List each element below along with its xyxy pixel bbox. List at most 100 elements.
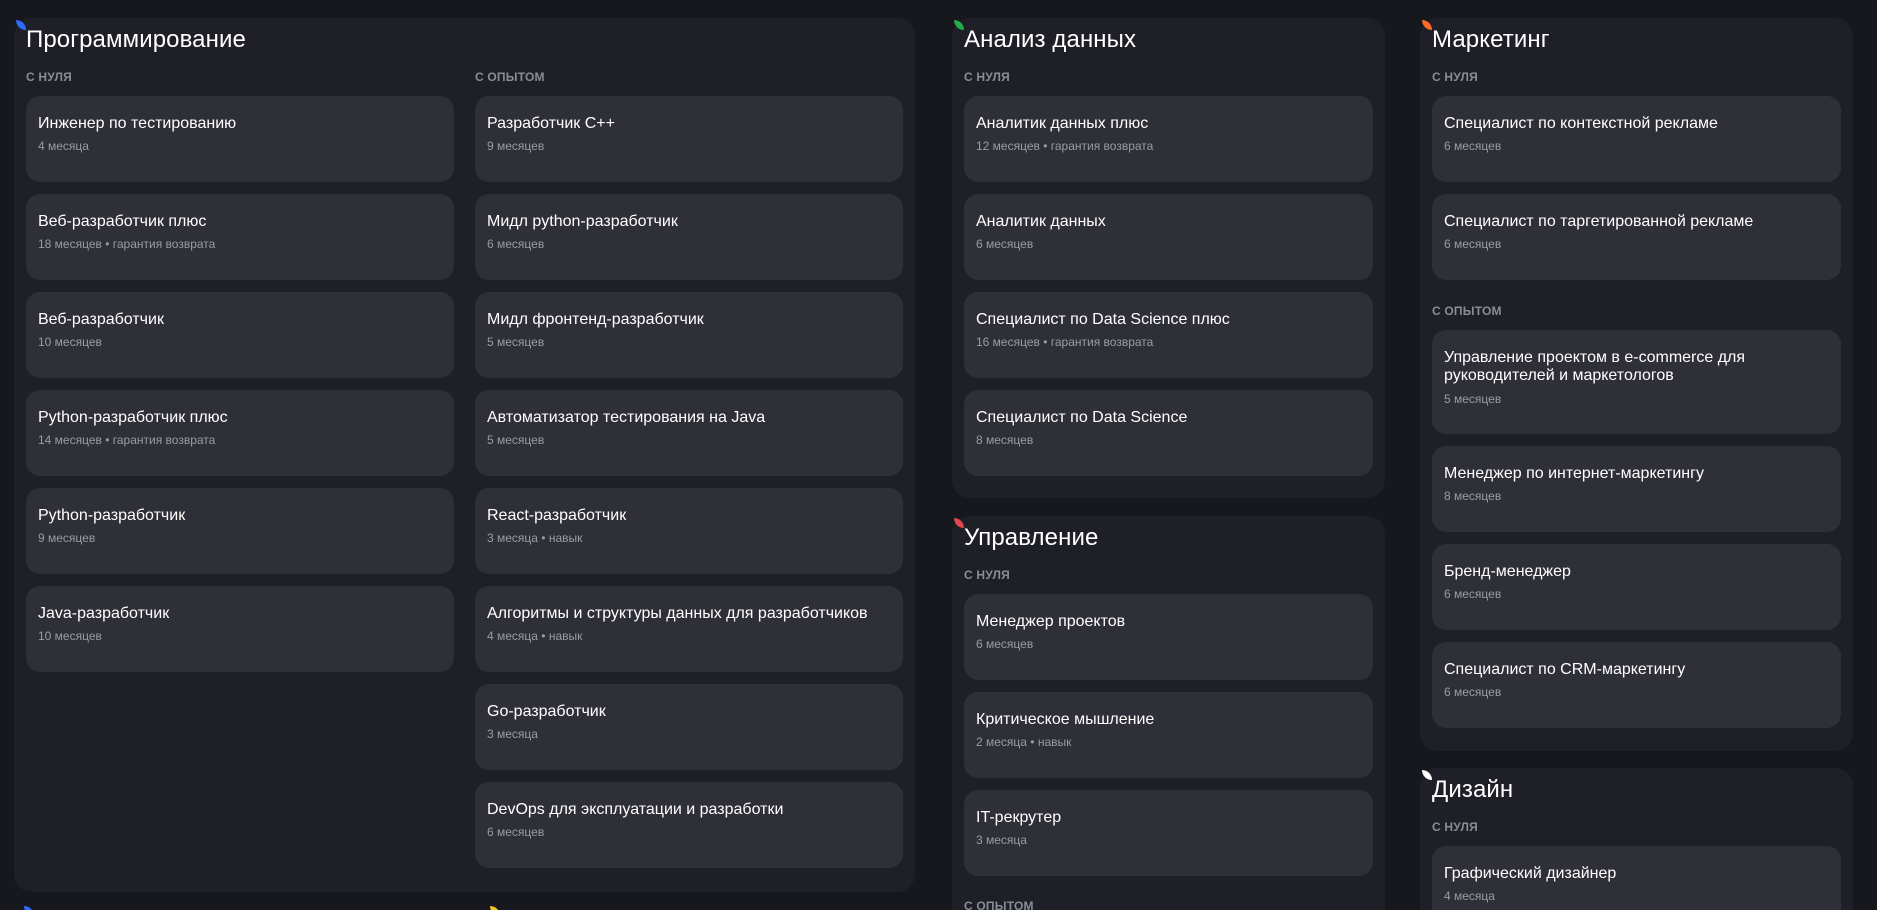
course-title: Менеджер проектов	[976, 613, 1126, 630]
course-card[interactable]: Менеджер проектов 6 месяцев	[964, 594, 1373, 680]
course-duration: 9 месяцев	[38, 531, 96, 545]
marketing-panel: Маркетинг С НУЛЯ Специалист по контекстн…	[1420, 18, 1853, 751]
course-title: DevOps для эксплуатации и разработки	[487, 801, 784, 818]
course-duration: 5 месяцев	[487, 335, 545, 349]
course-title: IT-рекрутер	[976, 809, 1062, 826]
course-title: Алгоритмы и структуры данных для разрабо…	[487, 605, 868, 622]
leaf-icon	[954, 518, 964, 528]
leaf-icon	[490, 906, 500, 910]
course-title: Специалист по CRM-маркетингу	[1444, 661, 1686, 678]
course-duration: 6 месяцев	[1444, 587, 1502, 601]
course-duration: 18 месяцев • гарантия возврата	[38, 237, 216, 251]
leaf-icon	[1422, 20, 1432, 30]
course-card[interactable]: Аналитик данных плюс 12 месяцев • гарант…	[964, 96, 1373, 182]
course-title: Специалист по Data Science плюс	[976, 311, 1230, 328]
programming-from-zero-label: С НУЛЯ	[26, 70, 72, 84]
course-title: Менеджер по интернет-маркетингу	[1444, 465, 1704, 482]
course-card[interactable]: Аналитик данных 6 месяцев	[964, 194, 1373, 280]
course-card[interactable]: Python-разработчик 9 месяцев	[26, 488, 454, 574]
leaf-icon	[16, 20, 26, 30]
course-duration: 6 месяцев	[976, 237, 1034, 251]
course-duration: 5 месяцев	[1444, 392, 1502, 406]
course-card[interactable]: Графический дизайнер 4 месяца	[1432, 846, 1841, 910]
course-duration: 16 месяцев • гарантия возврата	[976, 335, 1154, 349]
course-card[interactable]: React-разработчик 3 месяца • навык	[475, 488, 903, 574]
course-duration: 12 месяцев • гарантия возврата	[976, 139, 1154, 153]
course-duration: 6 месяцев	[1444, 139, 1502, 153]
course-card[interactable]: Управление проектом в e-commerce для рук…	[1432, 330, 1841, 434]
management-from-zero-label: С НУЛЯ	[964, 568, 1010, 582]
course-duration: 6 месяцев	[976, 637, 1034, 651]
management-experienced-label: С ОПЫТОМ	[964, 899, 1034, 910]
programming-experienced-label: С ОПЫТОМ	[475, 70, 545, 84]
design-from-zero-label: С НУЛЯ	[1432, 820, 1478, 834]
programming-title: Программирование	[26, 26, 246, 53]
data-analysis-panel: Анализ данных С НУЛЯ Аналитик данных плю…	[952, 18, 1385, 498]
course-card[interactable]: Автоматизатор тестирования на Java 5 мес…	[475, 390, 903, 476]
course-duration: 3 месяца	[487, 727, 538, 741]
course-title: Специалист по таргетированной рекламе	[1444, 213, 1754, 230]
course-card[interactable]: Специалист по контекстной рекламе 6 меся…	[1432, 96, 1841, 182]
course-title: Управление проектом в e-commerce для рук…	[1444, 349, 1746, 384]
course-card[interactable]: Мидл python-разработчик 6 месяцев	[475, 194, 903, 280]
course-duration: 9 месяцев	[487, 139, 545, 153]
course-card[interactable]: Специалист по Data Science плюс 16 месяц…	[964, 292, 1373, 378]
course-title: Критическое мышление	[976, 711, 1155, 728]
course-card[interactable]: Специалист по таргетированной рекламе 6 …	[1432, 194, 1841, 280]
course-duration: 3 месяца • навык	[487, 531, 583, 545]
course-title: Инженер по тестированию	[38, 115, 237, 132]
course-card[interactable]: Python-разработчик плюс 14 месяцев • гар…	[26, 390, 454, 476]
course-title: Веб-разработчик плюс	[38, 213, 207, 230]
marketing-from-zero-label: С НУЛЯ	[1432, 70, 1478, 84]
course-duration: 8 месяцев	[1444, 489, 1502, 503]
course-title: Бренд-менеджер	[1444, 563, 1571, 580]
course-card[interactable]: IT-рекрутер 3 месяца	[964, 790, 1373, 876]
course-card[interactable]: Специалист по CRM-маркетингу 6 месяцев	[1432, 642, 1841, 728]
course-card[interactable]: Специалист по Data Science 8 месяцев	[964, 390, 1373, 476]
course-duration: 4 месяца	[1444, 889, 1495, 903]
management-title: Управление	[964, 524, 1099, 551]
course-title: Специалист по Data Science	[976, 409, 1188, 426]
course-card[interactable]: DevOps для эксплуатации и разработки 6 м…	[475, 782, 903, 868]
course-title: Графический дизайнер	[1444, 865, 1617, 882]
course-duration: 5 месяцев	[487, 433, 545, 447]
data-analysis-title: Анализ данных	[964, 26, 1137, 53]
course-card[interactable]: Разработчик C++ 9 месяцев	[475, 96, 903, 182]
data-analysis-from-zero-label: С НУЛЯ	[964, 70, 1010, 84]
course-duration: 6 месяцев	[487, 825, 545, 839]
course-card[interactable]: Алгоритмы и структуры данных для разрабо…	[475, 586, 903, 672]
course-title: Аналитик данных плюс	[976, 115, 1149, 132]
courses-catalog: Программирование С НУЛЯ С ОПЫТОМ Инженер…	[0, 0, 1877, 910]
course-title: Java-разработчик	[38, 605, 170, 622]
course-title: Специалист по контекстной рекламе	[1444, 115, 1718, 132]
course-title: React-разработчик	[487, 507, 627, 524]
course-duration: 4 месяца • навык	[487, 629, 583, 643]
course-duration: 10 месяцев	[38, 335, 102, 349]
marketing-experienced-label: С ОПЫТОМ	[1432, 304, 1502, 318]
course-card[interactable]: Go-разработчик 3 месяца	[475, 684, 903, 770]
leaf-icon	[954, 20, 964, 30]
course-card[interactable]: Менеджер по интернет-маркетингу 8 месяце…	[1432, 446, 1841, 532]
course-card[interactable]: Бренд-менеджер 6 месяцев	[1432, 544, 1841, 630]
management-panel: Управление С НУЛЯ Менеджер проектов 6 ме…	[952, 516, 1385, 910]
course-card[interactable]: Мидл фронтенд-разработчик 5 месяцев	[475, 292, 903, 378]
course-title: Go-разработчик	[487, 703, 606, 720]
course-card[interactable]: Веб-разработчик плюс 18 месяцев • гарант…	[26, 194, 454, 280]
course-duration: 10 месяцев	[38, 629, 102, 643]
course-duration: 3 месяца	[976, 833, 1027, 847]
course-duration: 6 месяцев	[1444, 237, 1502, 251]
course-card[interactable]: Критическое мышление 2 месяца • навык	[964, 692, 1373, 778]
course-card[interactable]: Java-разработчик 10 месяцев	[26, 586, 454, 672]
course-title: Мидл python-разработчик	[487, 213, 678, 230]
course-duration: 6 месяцев	[1444, 685, 1502, 699]
course-title: Python-разработчик плюс	[38, 409, 228, 426]
course-title: Разработчик C++	[487, 115, 615, 132]
course-card[interactable]: Инженер по тестированию 4 месяца	[26, 96, 454, 182]
marketing-title: Маркетинг	[1432, 26, 1550, 53]
course-title: Веб-разработчик	[38, 311, 164, 328]
leaf-icon	[1422, 770, 1432, 780]
course-duration: 14 месяцев • гарантия возврата	[38, 433, 216, 447]
course-card[interactable]: Веб-разработчик 10 месяцев	[26, 292, 454, 378]
course-title: Мидл фронтенд-разработчик	[487, 311, 704, 328]
design-panel: Дизайн С НУЛЯ Графический дизайнер 4 мес…	[1420, 768, 1853, 910]
